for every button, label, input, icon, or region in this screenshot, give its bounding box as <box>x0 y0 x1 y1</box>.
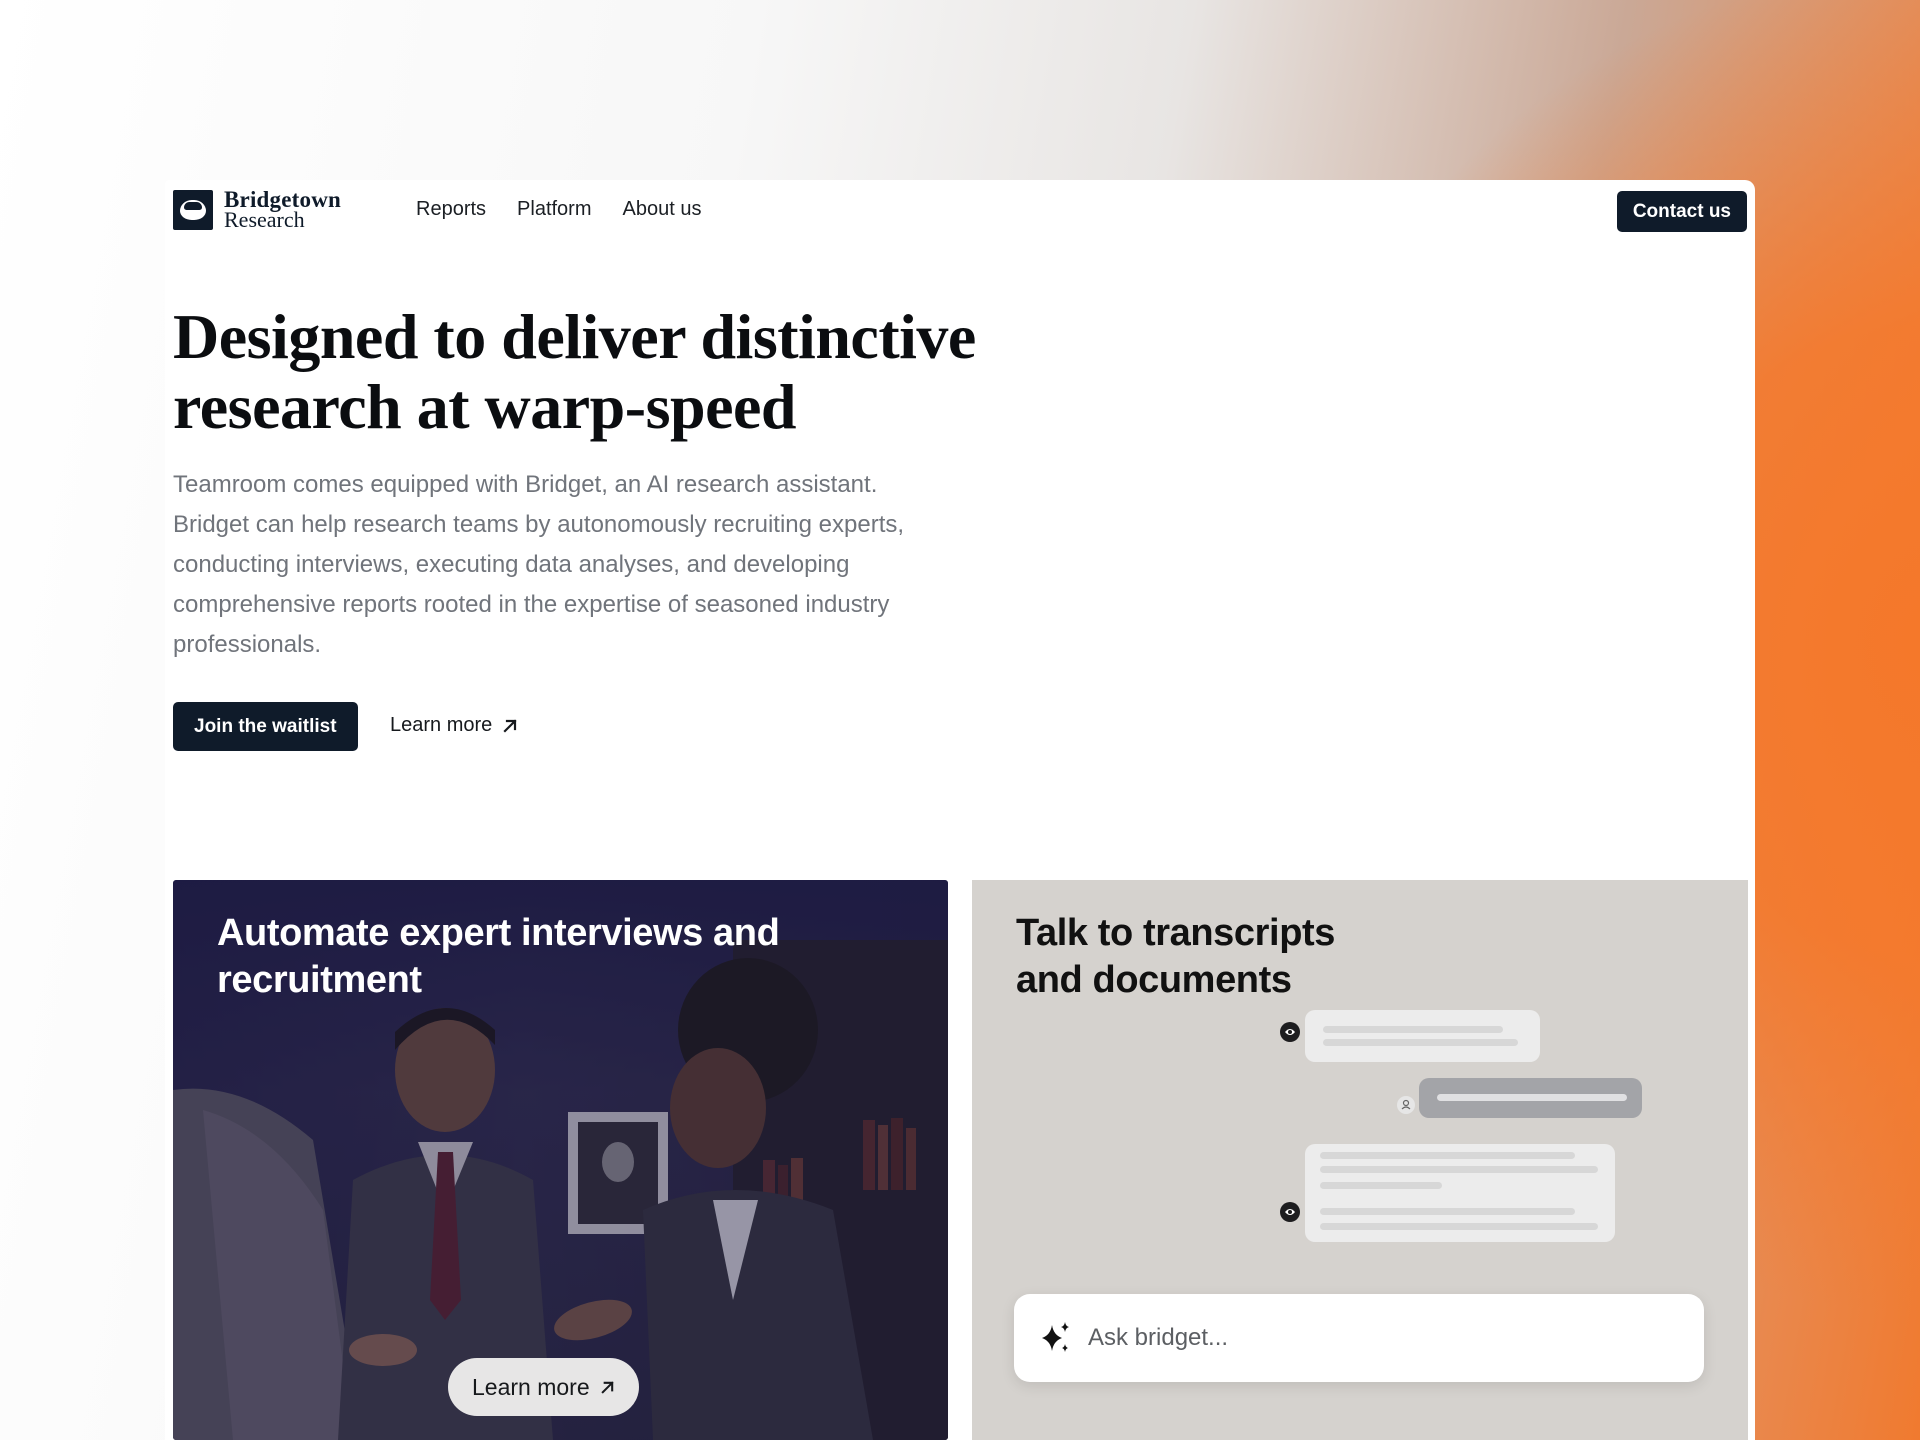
ask-bridget-box[interactable] <box>1014 1294 1704 1382</box>
page-frame: Bridgetown Research Reports Platform Abo… <box>165 180 1755 1440</box>
logo-mark-icon <box>173 190 213 230</box>
transcripts-card[interactable]: Talk to transcripts and documents <box>972 880 1748 1440</box>
join-waitlist-button[interactable]: Join the waitlist <box>173 702 358 751</box>
brand-name: Bridgetown Research <box>224 188 341 232</box>
brand-logo[interactable]: Bridgetown Research <box>173 188 341 232</box>
arrow-up-right-icon <box>600 1380 614 1394</box>
nav-item-about-us[interactable]: About us <box>623 198 702 221</box>
transcripts-card-title-line-2: and documents <box>1016 959 1292 1001</box>
hero-title-line-1: Designed to deliver distinctive <box>173 301 976 372</box>
interviews-learn-more-button[interactable]: Learn more <box>448 1358 639 1416</box>
transcripts-card-title: Talk to transcripts and documents <box>1016 910 1335 1004</box>
arrow-up-right-icon <box>503 718 517 733</box>
brand-line-2: Research <box>224 207 305 232</box>
learn-more-label: Learn more <box>390 714 493 736</box>
main-nav: Reports Platform About us <box>416 198 701 221</box>
nav-item-reports[interactable]: Reports <box>416 198 486 221</box>
interviews-card-title: Automate expert interviews and recruitme… <box>217 910 780 1004</box>
transcripts-card-title-line-1: Talk to transcripts <box>1016 912 1335 954</box>
bridget-avatar-icon <box>1280 1022 1300 1042</box>
chat-bubble-assistant-long <box>1305 1144 1615 1242</box>
interviews-card[interactable]: Automate expert interviews and recruitme… <box>173 880 948 1440</box>
bridget-avatar-icon <box>1280 1202 1300 1222</box>
hero-description: Teamroom comes equipped with Bridget, an… <box>173 471 905 658</box>
nav-item-platform[interactable]: Platform <box>517 198 591 221</box>
user-avatar-icon <box>1397 1096 1415 1114</box>
chat-bubble-user <box>1419 1078 1642 1118</box>
hero-title: Designed to deliver distinctive research… <box>173 302 1173 442</box>
interviews-learn-more-label: Learn more <box>472 1373 590 1400</box>
learn-more-link[interactable]: Learn more <box>390 714 518 737</box>
ask-bridget-input[interactable] <box>1086 1323 1650 1353</box>
sparkle-icon <box>1042 1322 1069 1352</box>
interviews-card-title-line-1: Automate expert interviews and <box>217 912 780 954</box>
hero-title-line-2: research at warp-speed <box>173 371 796 442</box>
interviews-card-title-line-2: recruitment <box>217 959 422 1001</box>
contact-us-button[interactable]: Contact us <box>1616 191 1747 232</box>
chat-bubble-assistant <box>1305 1010 1540 1062</box>
